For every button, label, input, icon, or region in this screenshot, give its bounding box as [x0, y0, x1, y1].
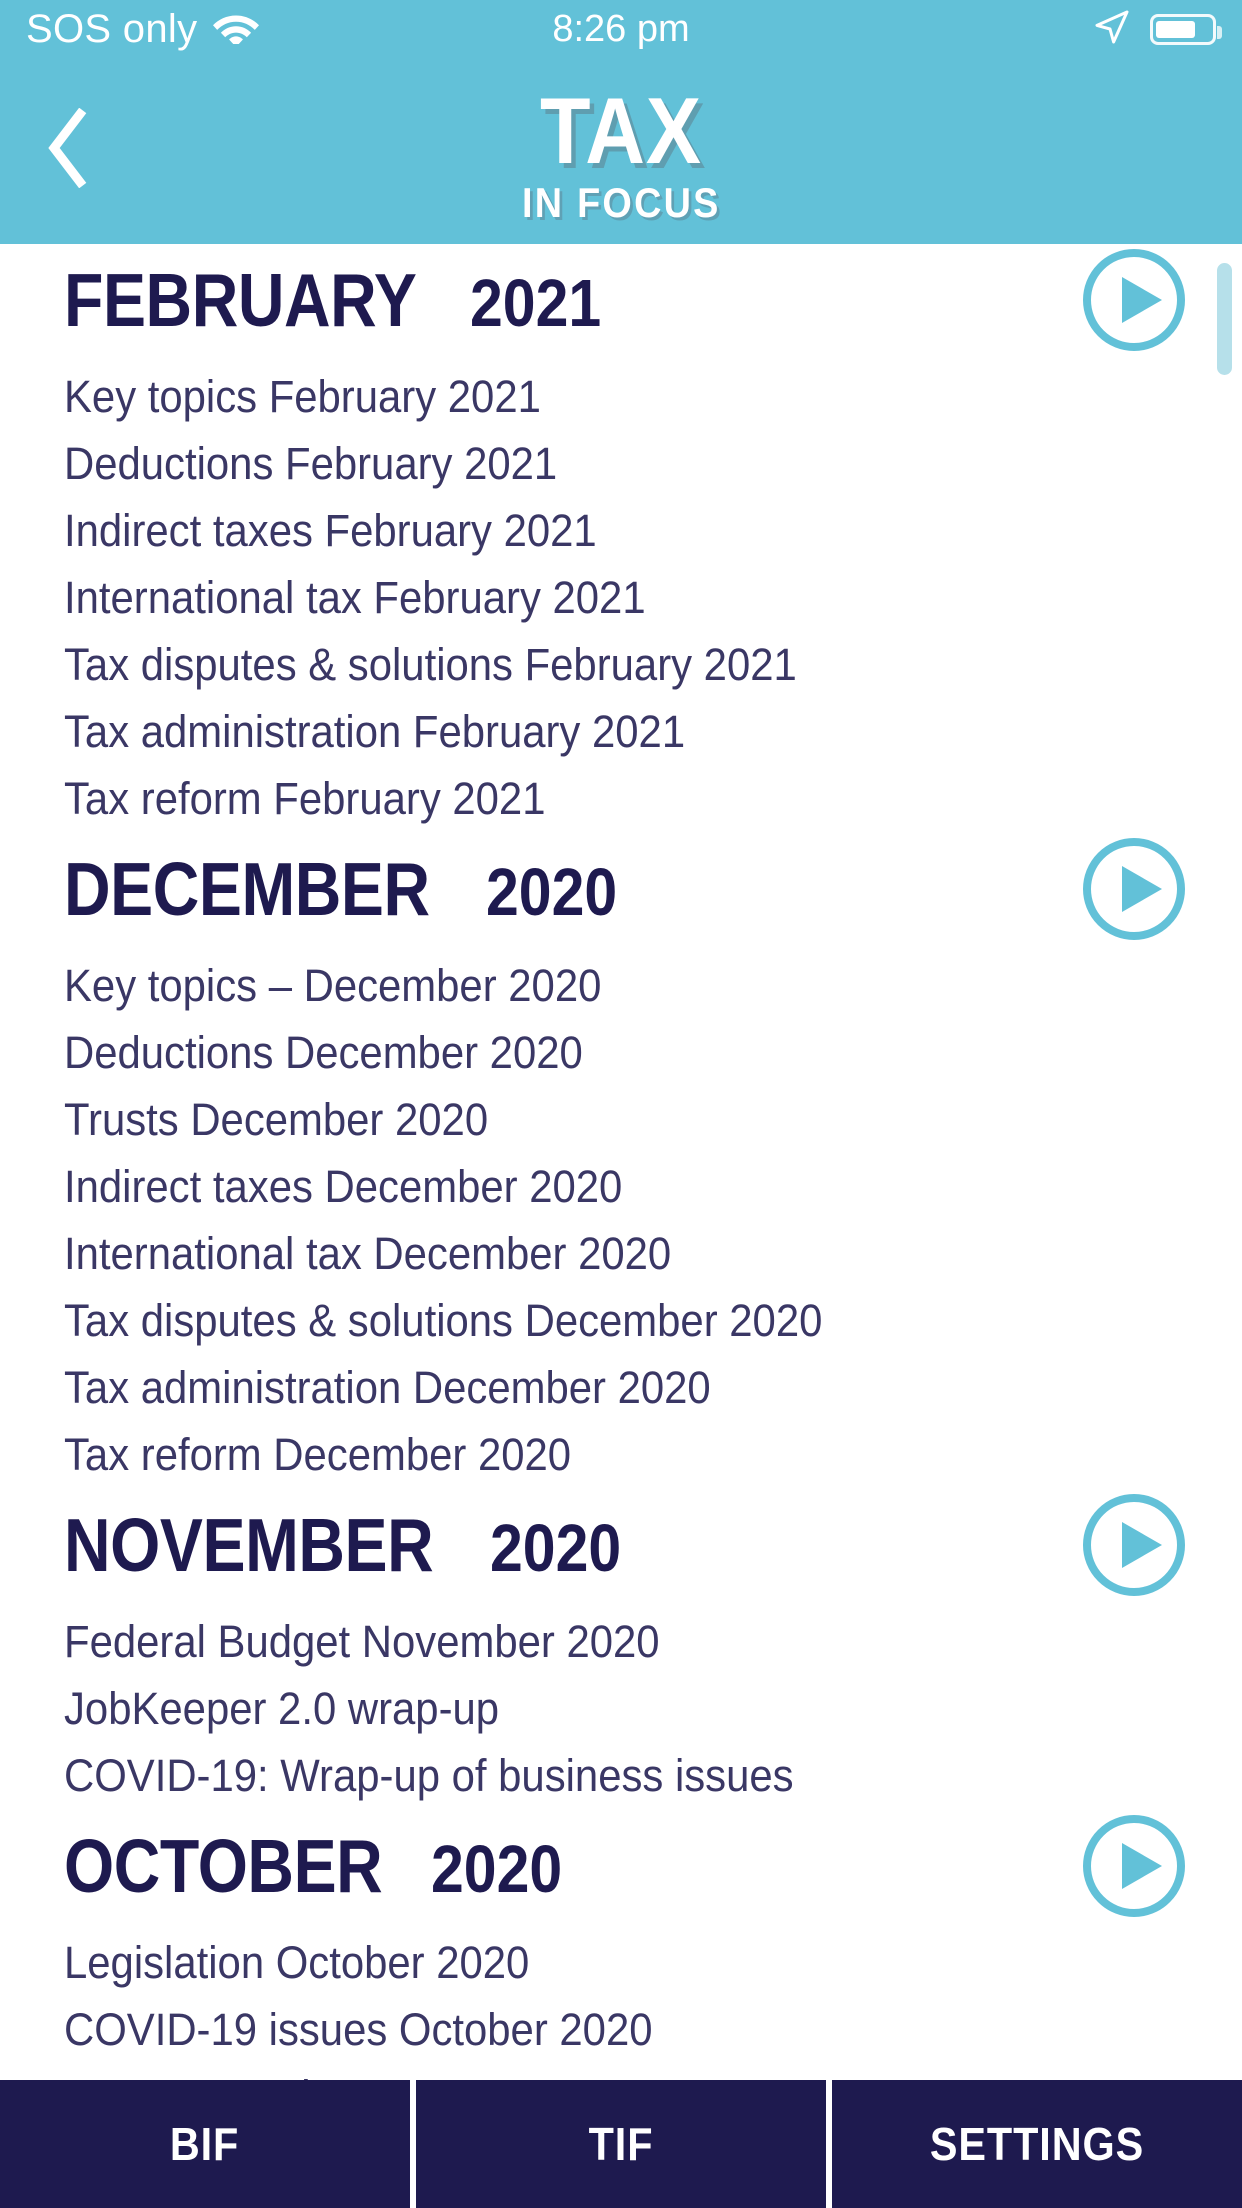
month-year: 2020 — [485, 854, 617, 930]
topic-item[interactable]: Indirect taxes December 2020 — [64, 1154, 1039, 1221]
month-name: DECEMBER — [64, 846, 430, 931]
topic-list: Key topics February 2021 Deductions Febru… — [64, 356, 1112, 833]
topic-item[interactable]: Trusts December 2020 — [64, 1087, 1039, 1154]
tab-tif[interactable]: TIF — [416, 2080, 826, 2208]
tab-settings[interactable]: SETTINGS — [832, 2080, 1242, 2208]
bottom-tab-bar: BIF TIF SETTINGS — [0, 2080, 1242, 2208]
topic-item[interactable]: International tax February 2021 — [64, 565, 1039, 632]
play-button[interactable] — [1080, 1812, 1188, 1920]
topic-item[interactable]: COVID-19: Wrap-up of business issues — [64, 1743, 1039, 1810]
issue-list-scroll-area[interactable]: FEBRUARY 2021 Key topics February 2021 Ded… — [0, 244, 1242, 2080]
issue-section: NOVEMBER 2020 Federal Budget November 202… — [0, 1489, 1242, 1810]
topic-item[interactable]: Federal Budget November 2020 — [64, 1609, 1039, 1676]
battery-icon — [1150, 13, 1222, 45]
topic-item[interactable]: Tax reform December 2020 — [64, 1422, 1039, 1489]
topic-item[interactable]: JobKeeper 2.0 wrap-up — [64, 1676, 1039, 1743]
topic-item[interactable]: Tax administration February 2021 — [64, 699, 1039, 766]
month-title: NOVEMBER 2020 — [64, 1502, 639, 1587]
topic-item[interactable]: Key topics – December 2020 — [64, 953, 1039, 1020]
topic-item[interactable]: Income October 2020 — [64, 2064, 1039, 2080]
play-button[interactable] — [1080, 246, 1188, 354]
topic-item[interactable]: Key topics February 2021 — [64, 364, 1039, 431]
tab-tif-label: TIF — [588, 2118, 654, 2170]
logo-title: TAX — [540, 78, 702, 183]
month-title: DECEMBER 2020 — [64, 846, 635, 931]
month-name: FEBRUARY — [64, 257, 417, 342]
month-name: OCTOBER — [64, 1823, 383, 1908]
section-header: DECEMBER 2020 — [64, 833, 1185, 945]
issue-section: FEBRUARY 2021 Key topics February 2021 Ded… — [0, 244, 1242, 833]
month-title: OCTOBER 2020 — [64, 1823, 580, 1908]
play-button[interactable] — [1080, 835, 1188, 943]
month-year: 2021 — [470, 265, 602, 341]
topic-item[interactable]: Tax disputes & solutions December 2020 — [64, 1288, 1039, 1355]
section-header: OCTOBER 2020 — [64, 1810, 1185, 1922]
nav-bar: TAX IN FOCUS — [0, 58, 1242, 244]
month-name: NOVEMBER — [64, 1502, 434, 1587]
status-bar: SOS only 8:26 pm — [0, 0, 1242, 58]
topic-list: Key topics – December 2020 Deductions Dec… — [64, 945, 1112, 1489]
issue-section: DECEMBER 2020 Key topics – December 2020 D… — [0, 833, 1242, 1489]
month-year: 2020 — [489, 1510, 622, 1586]
status-bar-left: SOS only — [26, 7, 260, 51]
play-circle-icon — [1083, 1815, 1185, 1917]
issue-sections: FEBRUARY 2021 Key topics February 2021 Ded… — [0, 244, 1242, 2080]
location-arrow-icon — [1094, 9, 1130, 50]
tab-bif[interactable]: BIF — [0, 2080, 410, 2208]
app-root: SOS only 8:26 pm TAX IN FOCUS FEBRUARY 2… — [0, 0, 1242, 2208]
app-logo: TAX IN FOCUS — [0, 84, 1242, 224]
app-header: SOS only 8:26 pm TAX IN FOCUS — [0, 0, 1242, 244]
topic-item[interactable]: Deductions February 2021 — [64, 431, 1039, 498]
topic-list: Federal Budget November 2020 JobKeeper 2.… — [64, 1601, 1112, 1810]
tab-bif-label: BIF — [170, 2118, 240, 2170]
topic-item[interactable]: Tax disputes & solutions February 2021 — [64, 632, 1039, 699]
topic-item[interactable]: COVID-19 issues October 2020 — [64, 1997, 1039, 2064]
topic-item[interactable]: International tax December 2020 — [64, 1221, 1039, 1288]
section-header: NOVEMBER 2020 — [64, 1489, 1185, 1601]
play-circle-icon — [1083, 838, 1185, 940]
status-bar-right — [1094, 9, 1222, 50]
topic-item[interactable]: Deductions December 2020 — [64, 1020, 1039, 1087]
topic-item[interactable]: Tax administration December 2020 — [64, 1355, 1039, 1422]
issue-section: OCTOBER 2020 Legislation October 2020 COVI… — [0, 1810, 1242, 2080]
play-circle-icon — [1083, 1494, 1185, 1596]
month-title: FEBRUARY 2021 — [64, 257, 619, 342]
topic-item[interactable]: Tax reform February 2021 — [64, 766, 1039, 833]
topic-item[interactable]: Indirect taxes February 2021 — [64, 498, 1039, 565]
play-button[interactable] — [1080, 1491, 1188, 1599]
logo-subtitle: IN FOCUS — [521, 179, 721, 226]
section-header: FEBRUARY 2021 — [64, 244, 1185, 356]
month-year: 2020 — [430, 1831, 562, 1907]
carrier-label: SOS only — [26, 7, 198, 51]
topic-list: Legislation October 2020 COVID-19 issues … — [64, 1922, 1112, 2080]
topic-item[interactable]: Legislation October 2020 — [64, 1930, 1039, 1997]
play-circle-icon — [1083, 249, 1185, 351]
tab-settings-label: SETTINGS — [929, 2118, 1145, 2170]
wifi-icon — [213, 10, 260, 49]
